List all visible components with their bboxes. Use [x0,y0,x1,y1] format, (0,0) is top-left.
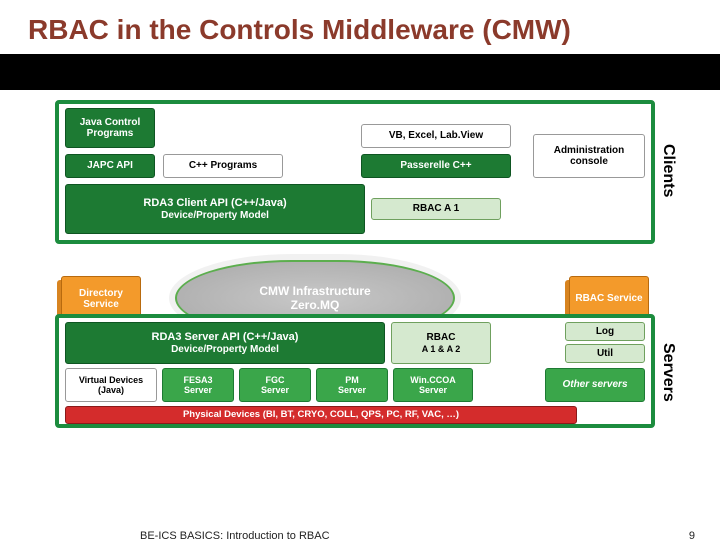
rda3-client-line1: RDA3 Client API (C++/Java) [143,197,286,210]
fgc-line2: Server [261,385,289,395]
wccoa-line1: Win.CCOA [410,375,455,385]
vd-line2: (Java) [79,385,143,395]
box-virtual-devices: Virtual Devices (Java) [65,368,157,402]
rda3-client-line2: Device/Property Model [143,210,286,222]
box-japc-api: JAPC API [65,154,155,178]
cmw-line2: Zero.MQ [291,298,340,312]
title-underline [0,54,720,90]
fesa-line1: FESA3 [183,375,212,385]
box-util: Util [565,344,645,363]
box-other-servers: Other servers [545,368,645,402]
rda3-server-line1: RDA3 Server API (C++/Java) [152,331,299,344]
box-admin-console: Administration console [533,134,645,178]
page-number: 9 [689,530,695,542]
box-rda3-server-api: RDA3 Server API (C++/Java) Device/Proper… [65,322,385,364]
box-pm-server: PM Server [316,368,388,402]
clients-section: Clients Java Control Programs JAPC API C… [55,100,655,244]
slide-title: RBAC in the Controls Middleware (CMW) [0,0,720,54]
servers-section: Servers RDA3 Server API (C++/Java) Devic… [55,314,655,428]
footer-text: BE-ICS BASICS: Introduction to RBAC [140,530,330,542]
box-fgc-server: FGC Server [239,368,311,402]
box-fesa3-server: FESA3 Server [162,368,234,402]
servers-label: Servers [659,343,677,402]
clients-label: Clients [659,144,677,197]
box-rbac-a1-a2: RBAC A 1 & A 2 [391,322,491,364]
fgc-line1: FGC [261,375,289,385]
box-passerelle: Passerelle C++ [361,154,511,178]
vd-line1: Virtual Devices [79,375,143,385]
box-log: Log [565,322,645,341]
rda3-server-line2: Device/Property Model [152,344,299,356]
cmw-line1: CMW Infrastructure [259,284,370,298]
pm-line2: Server [338,385,366,395]
architecture-diagram: Clients Java Control Programs JAPC API C… [55,100,655,428]
box-physical-devices: Physical Devices (BI, BT, CRYO, COLL, QP… [65,406,577,424]
wccoa-line2: Server [410,385,455,395]
rbac12-line1: RBAC [422,332,461,344]
box-vb-excel-labview: VB, Excel, Lab.View [361,124,511,148]
box-rda3-client-api: RDA3 Client API (C++/Java) Device/Proper… [65,184,365,234]
box-cpp-programs: C++ Programs [163,154,283,178]
box-rbac-a1: RBAC A 1 [371,198,501,220]
pm-line1: PM [338,375,366,385]
fesa-line2: Server [183,385,212,395]
box-java-control-programs: Java Control Programs [65,108,155,148]
box-winccoa-server: Win.CCOA Server [393,368,473,402]
rbac12-line2: A 1 & A 2 [422,344,461,354]
